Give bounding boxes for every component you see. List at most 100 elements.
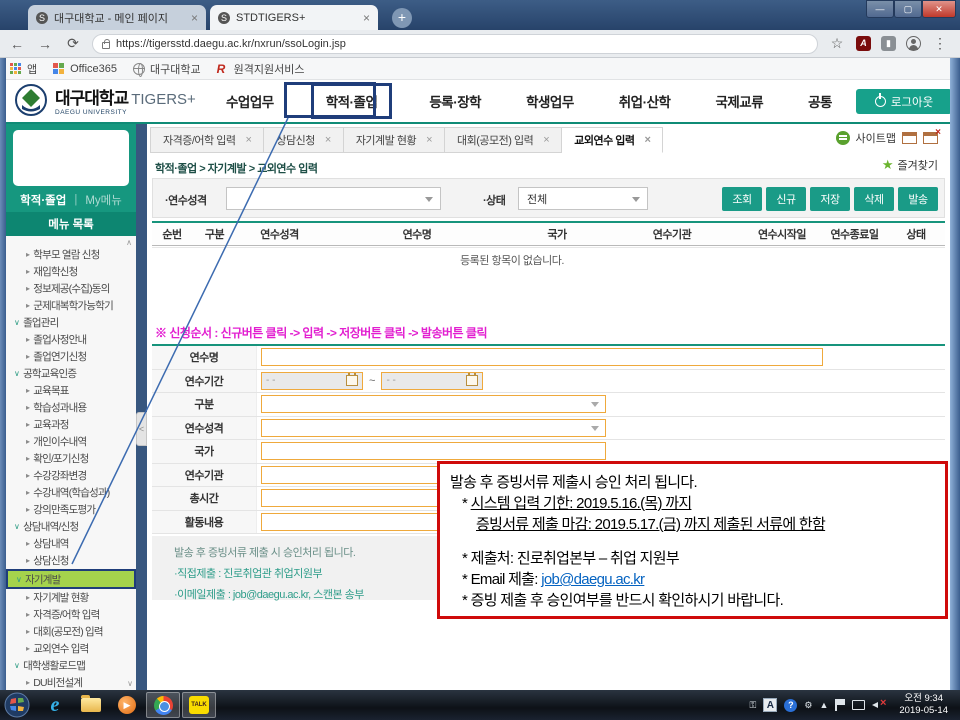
sidebar-item[interactable]: ▸교육과정 (6, 416, 136, 433)
sidebar-item[interactable]: ▸상담신청 (6, 552, 136, 569)
taskbar-kakaotalk-icon[interactable]: TALK (182, 692, 216, 718)
sidebar-item[interactable]: ∨공학교육인증 (6, 365, 136, 382)
grid-column-header[interactable]: 연수종료일 (822, 223, 887, 245)
grid-column-header[interactable]: 연수시작일 (742, 223, 822, 245)
grid-column-header[interactable]: 연수명 (322, 223, 512, 245)
nav-item-plain[interactable]: 취업·산학 (611, 85, 679, 117)
text-input[interactable] (261, 442, 606, 460)
close-all-windows-icon[interactable] (923, 132, 938, 144)
close-tab-icon[interactable]: × (245, 134, 251, 146)
open-window-icon[interactable] (902, 132, 917, 144)
status-select[interactable]: 전체 (518, 187, 648, 210)
grid-column-header[interactable]: 구분 (192, 223, 237, 245)
grid-column-header[interactable]: 상태 (887, 223, 945, 245)
sidebar-item[interactable]: ▸상담내역 (6, 535, 136, 552)
sidebar-item[interactable]: ▸수강강좌변경 (6, 467, 136, 484)
menu-scroll-down-icon[interactable]: ∨ (127, 679, 133, 688)
sitemap-label[interactable]: 사이트맵 (856, 130, 896, 146)
action-button[interactable]: 신규 (766, 187, 806, 211)
nav-item-plain[interactable]: 공통 (800, 85, 840, 117)
nav-item-plain[interactable]: 학생업무 (518, 85, 582, 117)
sitemap-icon[interactable] (836, 131, 850, 145)
grid-column-header[interactable]: 연수기관 (602, 223, 742, 245)
action-button[interactable]: 저장 (810, 187, 850, 211)
sidebar-collapse-handle[interactable]: < (136, 412, 147, 446)
nav-item-plain[interactable]: 등록·장학 (421, 85, 489, 117)
ime-status-icon[interactable]: ⚿ (750, 700, 757, 711)
sidebar-item[interactable]: ∨자기계발 (6, 569, 136, 589)
sidebar-item[interactable]: ▸개인이수내역 (6, 433, 136, 450)
help-tray-icon[interactable]: ? (784, 699, 797, 712)
browser-tab-daegu-main[interactable]: S 대구대학교 - 메인 페이지 × (28, 5, 206, 30)
close-tab-icon[interactable]: × (543, 134, 549, 146)
select-input[interactable] (261, 395, 606, 413)
settings-tray-icon[interactable]: ⚙ (804, 700, 812, 711)
sidebar-item[interactable]: ▸정보제공(수집)동의 (6, 280, 136, 297)
new-tab-button[interactable]: + (392, 8, 412, 28)
sidebar-item[interactable]: ∨대학생활로드맵 (6, 657, 136, 674)
bookmark-item[interactable]: 대구대학교 (133, 61, 201, 77)
sidebar-tab-haxjeok[interactable]: 학적·졸업 (20, 192, 66, 208)
taskbar-ie-icon[interactable]: e (38, 692, 72, 718)
show-hidden-icons[interactable]: ▲ (819, 700, 828, 710)
sidebar-item[interactable]: ▸졸업연기신청 (6, 348, 136, 365)
grid-column-header[interactable]: 국가 (512, 223, 602, 245)
workspace-tab[interactable]: 교외연수 입력× (562, 127, 663, 153)
sidebar-item[interactable]: ▸학습성과내용 (6, 399, 136, 416)
ime-language-icon[interactable]: A (763, 698, 777, 712)
calendar-icon[interactable] (466, 375, 478, 386)
sidebar-tab-mymenu[interactable]: My메뉴 (85, 192, 122, 208)
sidebar-item[interactable]: ∨상담내역/신청 (6, 518, 136, 535)
close-tab-icon[interactable]: × (363, 11, 370, 25)
search-button[interactable]: 조회 (722, 187, 762, 211)
back-icon[interactable]: ← (8, 36, 26, 52)
grid-column-header[interactable]: 연수성격 (237, 223, 322, 245)
address-bar[interactable]: https://tigersstd.daegu.ac.kr/nxrun/ssoL… (92, 34, 818, 54)
sidebar-item[interactable]: ▸학부모 열람 신청 (6, 246, 136, 263)
window-maximize-button[interactable]: ▢ (894, 0, 922, 18)
display-tray-icon[interactable] (852, 700, 865, 710)
favorites-star-icon[interactable]: ★ (882, 159, 894, 171)
pdf-extension-icon[interactable]: A (856, 36, 871, 51)
university-logo[interactable]: 대구대학교TIGERS+ DAEGU UNIVERSITY (14, 83, 196, 117)
sidebar-item[interactable]: ▸군제대복학가능학기 (6, 297, 136, 314)
close-tab-icon[interactable]: × (191, 11, 198, 25)
workspace-tab[interactable]: 자격증/어학 입력× (150, 127, 264, 153)
date-input-end[interactable]: - - (381, 372, 483, 390)
reload-icon[interactable]: ⟳ (64, 35, 82, 52)
taskbar-clock[interactable]: 오전 9:34 2019-05-14 (893, 693, 954, 717)
close-tab-icon[interactable]: × (644, 134, 650, 146)
training-type-select[interactable] (226, 187, 441, 210)
volume-muted-icon[interactable] (872, 699, 886, 711)
sidebar-item[interactable]: ∨졸업관리 (6, 314, 136, 331)
workspace-tab[interactable]: 자기계발 현황× (344, 127, 445, 153)
sidebar-item[interactable]: ▸강의만족도평가 (6, 501, 136, 518)
sidebar-item[interactable]: ▸DU비전설계 (6, 674, 136, 691)
profile-icon[interactable] (906, 36, 921, 51)
browser-menu-icon[interactable]: ⋮ (931, 35, 949, 52)
date-input-start[interactable]: - - (261, 372, 363, 390)
sidebar-item[interactable]: ▸졸업사정안내 (6, 331, 136, 348)
calendar-icon[interactable] (346, 375, 358, 386)
sidebar-item[interactable]: ▸교외연수 입력 (6, 640, 136, 657)
action-button[interactable]: 삭제 (854, 187, 894, 211)
nav-item-plain[interactable]: 국제교류 (707, 85, 771, 117)
taskbar-chrome-icon[interactable] (146, 692, 180, 718)
favorites-label[interactable]: 즐겨찾기 (898, 157, 938, 173)
close-tab-icon[interactable]: × (325, 134, 331, 146)
close-tab-icon[interactable]: × (426, 134, 432, 146)
select-input[interactable] (261, 419, 606, 437)
sidebar-item[interactable]: ▸대회(공모전) 입력 (6, 623, 136, 640)
bookmark-item[interactable]: Office365 (53, 63, 117, 75)
bookmark-item[interactable]: 앱 (10, 61, 37, 77)
start-button[interactable] (4, 692, 30, 718)
action-center-flag-icon[interactable] (835, 699, 845, 711)
logout-button[interactable]: 로그아웃 (856, 89, 952, 114)
taskbar-mediaplayer-icon[interactable]: ▶ (110, 692, 144, 718)
extension-icon[interactable]: ▮ (881, 36, 896, 51)
sidebar-item[interactable]: ▸확인/포기신청 (6, 450, 136, 467)
workspace-tab[interactable]: 대회(공모전) 입력× (445, 127, 562, 153)
sidebar-item[interactable]: ▸자격증/어학 입력 (6, 606, 136, 623)
forward-icon[interactable]: → (36, 36, 54, 52)
sidebar-item[interactable]: ▸재입학신청 (6, 263, 136, 280)
